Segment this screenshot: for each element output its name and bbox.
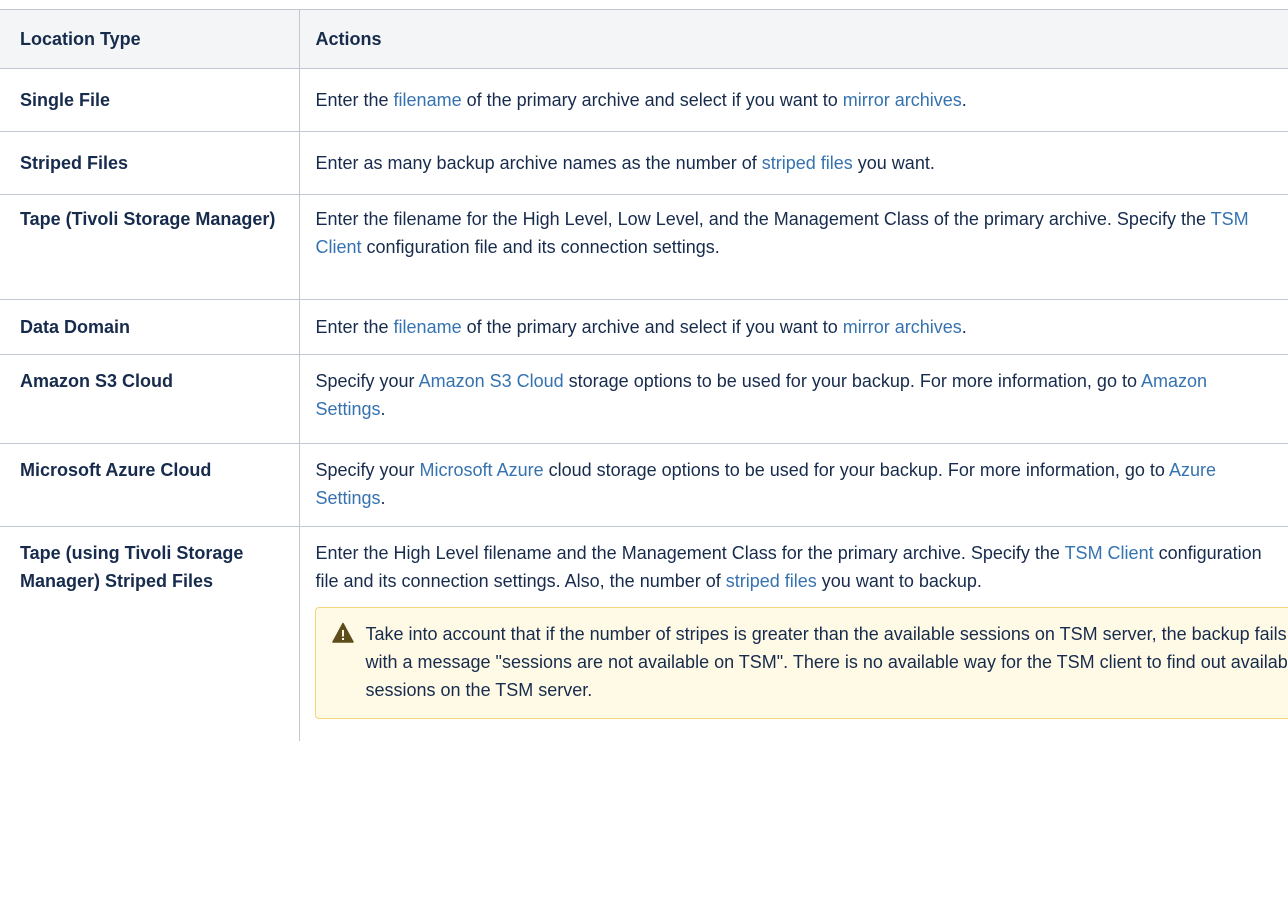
table-row: Tape (Tivoli Storage Manager) Enter the … xyxy=(0,194,1288,300)
action-text: you want. xyxy=(852,153,935,173)
filename-link[interactable]: filename xyxy=(394,90,462,110)
actions-cell: Specify your Microsoft Azure cloud stora… xyxy=(298,443,1288,527)
location-type-cell: Striped Files xyxy=(0,131,300,195)
actions-cell: Specify your Amazon S3 Cloud storage opt… xyxy=(298,354,1288,444)
actions-cell: Enter the High Level filename and the Ma… xyxy=(298,526,1288,741)
location-type-cell: Tape (using Tivoli Storage Manager) Stri… xyxy=(0,526,300,741)
action-text: . xyxy=(961,90,967,110)
location-type-cell: Microsoft Azure Cloud xyxy=(0,443,300,527)
table-row: Striped Files Enter as many backup archi… xyxy=(0,131,1288,195)
action-text: Enter the filename for the High Level, L… xyxy=(315,209,1211,229)
action-text: of the primary archive and select if you… xyxy=(461,317,843,337)
action-text: you want to backup. xyxy=(816,571,982,591)
table-row: Data Domain Enter the filename of the pr… xyxy=(0,299,1288,355)
actions-cell: Enter the filename of the primary archiv… xyxy=(298,68,1288,132)
location-type-cell: Data Domain xyxy=(0,299,300,355)
location-type-cell: Amazon S3 Cloud xyxy=(0,354,300,444)
actions-cell: Enter the filename of the primary archiv… xyxy=(298,299,1288,355)
mirror-archives-link[interactable]: mirror archives xyxy=(843,317,962,337)
action-text: Specify your xyxy=(315,460,420,480)
header-location-type: Location Type xyxy=(0,9,300,69)
action-text: cloud storage options to be used for you… xyxy=(543,460,1169,480)
amazon-s3-cloud-link[interactable]: Amazon S3 Cloud xyxy=(419,371,564,391)
action-text: . xyxy=(961,317,967,337)
striped-files-link[interactable]: striped files xyxy=(762,153,853,173)
action-text: Specify your xyxy=(315,371,419,391)
table-row: Single File Enter the filename of the pr… xyxy=(0,68,1288,132)
actions-cell: Enter as many backup archive names as th… xyxy=(298,131,1288,195)
striped-files-link[interactable]: striped files xyxy=(726,571,817,591)
warning-text: Take into account that if the number of … xyxy=(365,624,1288,700)
warning-icon xyxy=(331,622,354,643)
action-text: Enter as many backup archive names as th… xyxy=(315,153,762,173)
table-row: Tape (using Tivoli Storage Manager) Stri… xyxy=(0,526,1288,741)
tsm-client-link[interactable]: TSM Client xyxy=(1065,543,1154,563)
action-text: . xyxy=(380,399,386,419)
action-text: Enter the xyxy=(315,90,394,110)
action-text: . xyxy=(380,488,386,508)
filename-link[interactable]: filename xyxy=(394,317,462,337)
table-row: Microsoft Azure Cloud Specify your Micro… xyxy=(0,443,1288,527)
location-type-cell: Tape (Tivoli Storage Manager) xyxy=(0,194,300,300)
actions-cell: Enter the filename for the High Level, L… xyxy=(298,194,1288,300)
microsoft-azure-link[interactable]: Microsoft Azure xyxy=(420,460,544,480)
header-actions: Actions xyxy=(298,9,1288,69)
action-text: configuration file and its connection se… xyxy=(361,237,720,257)
location-types-table: Location Type Actions Single File Enter … xyxy=(0,9,1288,741)
action-text: Enter the xyxy=(315,317,394,337)
warning-panel: Take into account that if the number of … xyxy=(314,607,1288,719)
action-paragraph: Enter the High Level filename and the Ma… xyxy=(316,539,1279,595)
location-type-cell: Single File xyxy=(0,68,300,132)
action-text: storage options to be used for your back… xyxy=(563,371,1141,391)
table-row: Amazon S3 Cloud Specify your Amazon S3 C… xyxy=(0,354,1288,444)
action-text: of the primary archive and select if you… xyxy=(461,90,843,110)
table-header-row: Location Type Actions xyxy=(0,9,1288,69)
action-text: Enter the High Level filename and the Ma… xyxy=(315,543,1065,563)
mirror-archives-link[interactable]: mirror archives xyxy=(843,90,962,110)
